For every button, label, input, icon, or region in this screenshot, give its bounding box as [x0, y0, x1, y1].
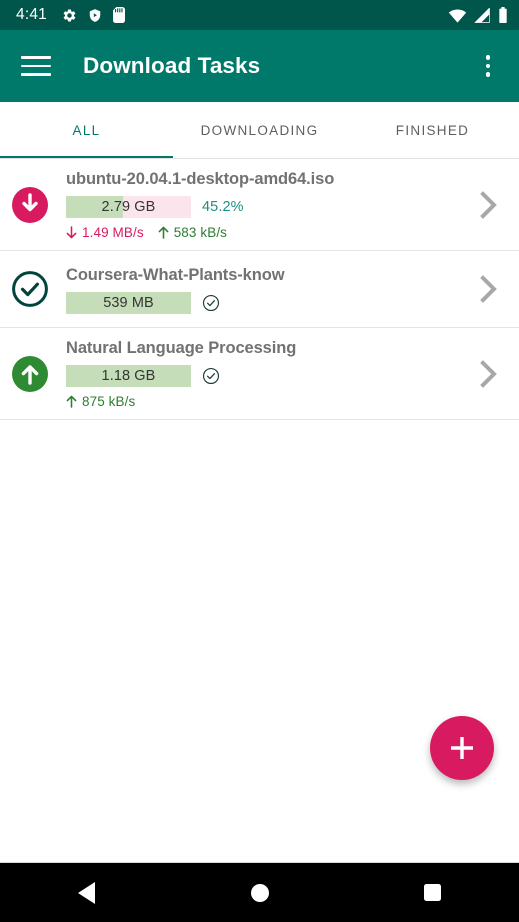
overflow-menu-icon[interactable] [471, 46, 505, 86]
check-circle-outline-icon[interactable] [8, 267, 52, 311]
task-list: ubuntu-20.04.1-desktop-amd64.iso 2.79 GB… [0, 159, 519, 862]
page-title: Download Tasks [83, 53, 261, 78]
task-size: 1.18 GB [101, 368, 156, 384]
android-nav-bar [0, 862, 519, 922]
arrow-up-icon [66, 395, 77, 408]
table-row[interactable]: Coursera-What-Plants-know 539 MB [0, 251, 519, 328]
status-bar-clock: 4:41 [16, 5, 47, 23]
arrow-up-icon [158, 226, 169, 239]
shield-play-icon [89, 8, 101, 22]
chevron-right-icon[interactable] [467, 190, 509, 220]
upload-speed: 583 kB/s [158, 225, 227, 240]
battery-icon [499, 7, 507, 23]
hamburger-menu-icon[interactable] [18, 48, 54, 84]
gear-icon [63, 8, 76, 22]
download-speed-value: 1.49 MB/s [82, 225, 144, 240]
task-speed-row: 875 kB/s [66, 394, 467, 409]
task-details: Coursera-What-Plants-know 539 MB [52, 256, 467, 323]
add-task-button[interactable] [430, 716, 494, 780]
task-size: 539 MB [103, 294, 154, 311]
upload-speed-value: 875 kB/s [82, 394, 136, 409]
nav-recents-button[interactable] [346, 863, 519, 922]
task-title: ubuntu-20.04.1-desktop-amd64.iso [66, 170, 335, 188]
table-row[interactable]: ubuntu-20.04.1-desktop-amd64.iso 2.79 GB… [0, 159, 519, 251]
nav-back-button[interactable] [0, 863, 173, 922]
overflow-dot [485, 55, 491, 60]
recents-square-icon [424, 884, 441, 901]
back-triangle-icon [78, 881, 95, 904]
status-bar-right-icons [448, 7, 508, 23]
overflow-dot [485, 63, 491, 69]
progress-bar: 1.18 GB [66, 365, 191, 387]
tab-finished[interactable]: FINISHED [346, 102, 519, 158]
cellular-signal-icon [474, 7, 490, 23]
task-details: Natural Language Processing 1.18 GB 875 … [52, 329, 467, 418]
download-circle-icon[interactable] [8, 183, 52, 227]
upload-speed-value: 583 kB/s [173, 225, 228, 240]
hamburger-line [21, 56, 51, 59]
app-screen: 4:41 Download Tasks ALL DOWNLOADING FINI… [0, 0, 519, 922]
home-circle-icon [250, 883, 269, 902]
task-title: Natural Language Processing [66, 339, 297, 357]
sd-card-icon [112, 7, 125, 23]
app-toolbar: Download Tasks [0, 30, 519, 102]
table-row[interactable]: Natural Language Processing 1.18 GB 875 … [0, 328, 519, 420]
arrow-down-icon [66, 226, 77, 239]
progress-bar: 2.79 GB [66, 196, 191, 218]
tab-all[interactable]: ALL [0, 102, 173, 158]
task-details: ubuntu-20.04.1-desktop-amd64.iso 2.79 GB… [52, 160, 467, 249]
status-bar: 4:41 [0, 0, 519, 30]
wifi-icon [448, 9, 467, 23]
chevron-right-icon[interactable] [467, 274, 509, 304]
task-size: 2.79 GB [101, 199, 156, 215]
task-complete-check-icon [202, 294, 220, 311]
task-percent: 45.2% [202, 199, 244, 215]
hamburger-line [21, 73, 51, 76]
tab-bar: ALL DOWNLOADING FINISHED [0, 102, 519, 159]
nav-home-button[interactable] [173, 863, 346, 922]
task-speed-row: 1.49 MB/s 583 kB/s [66, 225, 467, 240]
overflow-dot [485, 72, 491, 77]
plus-icon [451, 737, 473, 759]
task-progress-row: 1.18 GB [66, 365, 467, 387]
task-progress-row: 539 MB [66, 291, 467, 314]
upload-speed: 875 kB/s [66, 394, 135, 409]
status-bar-left-icons [62, 7, 125, 23]
task-progress-row: 2.79 GB 45.2% [66, 196, 467, 218]
progress-bar: 539 MB [66, 291, 191, 314]
tab-downloading[interactable]: DOWNLOADING [173, 102, 346, 158]
download-speed: 1.49 MB/s [66, 225, 144, 240]
task-complete-check-icon [202, 367, 220, 385]
task-title: Coursera-What-Plants-know [66, 265, 285, 284]
upload-circle-icon[interactable] [8, 352, 52, 396]
hamburger-line [21, 64, 51, 68]
chevron-right-icon[interactable] [467, 359, 509, 389]
